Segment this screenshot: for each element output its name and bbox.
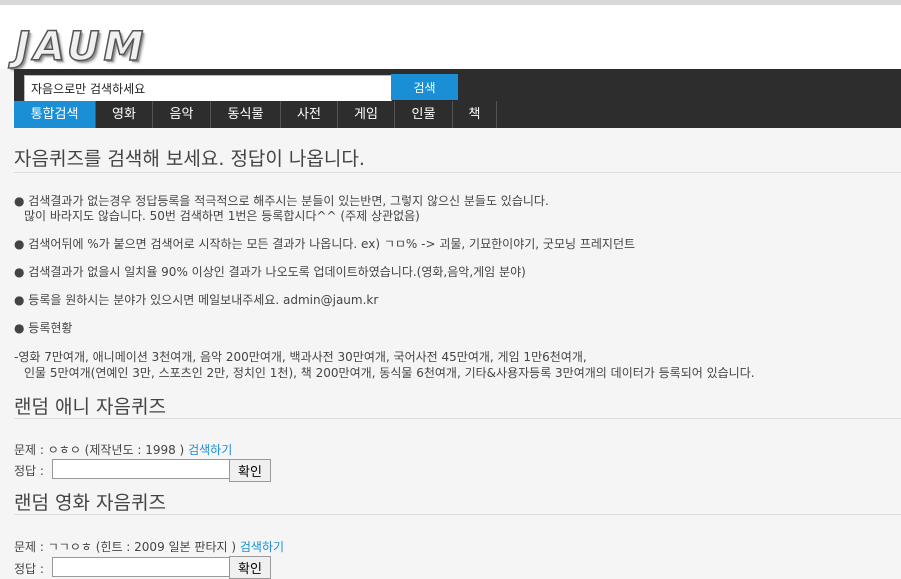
movie-confirm-button[interactable]: 확인	[229, 556, 271, 579]
movie-answer-label: 정답 :	[14, 562, 44, 576]
anime-search-link[interactable]: 검색하기	[188, 443, 232, 457]
tab-all-search[interactable]: 통합검색	[14, 101, 96, 128]
anime-quiz-question: 문제 : ㅇㅎㅇ (제작년도 : 1998 ) 검색하기	[14, 442, 232, 458]
anime-answer-label: 정답 :	[14, 464, 44, 478]
search-input[interactable]	[24, 75, 392, 102]
anime-quiz-title: 랜덤 애니 자음퀴즈	[14, 392, 901, 419]
notice-line: ● 등록을 원하시는 분야가 있으시면 메일보내주세요. admin@jaum.…	[14, 293, 379, 307]
tab-movie[interactable]: 영화	[96, 101, 153, 128]
movie-search-link[interactable]: 검색하기	[240, 540, 284, 554]
anime-confirm-button[interactable]: 확인	[229, 459, 271, 482]
anime-question-text: 문제 : ㅇㅎㅇ (제작년도 : 1998 )	[14, 443, 185, 457]
notice-line: ● 등록현황	[14, 321, 73, 335]
notice-line: 많이 바라지도 않습니다. 50번 검색하면 1번은 등록합시다^^ (주제 상…	[24, 209, 420, 223]
stats-line: 인물 5만여개(연예인 3만, 스포츠인 2만, 정치인 1천), 책 200만…	[24, 366, 755, 380]
notice-line: ● 검색어뒤에 %가 붙으면 검색어로 시작하는 모든 결과가 나옵니다. ex…	[14, 237, 636, 251]
tab-book[interactable]: 책	[453, 101, 497, 128]
tab-music[interactable]: 음악	[153, 101, 211, 128]
anime-answer-input[interactable]	[52, 459, 230, 479]
category-nav: 통합검색 영화 음악 동식물 사전 게임 인물 책	[14, 101, 901, 128]
movie-answer-input[interactable]	[52, 557, 230, 577]
movie-quiz-title: 랜덤 영화 자음퀴즈	[14, 488, 901, 515]
tab-people[interactable]: 인물	[395, 101, 453, 128]
search-button[interactable]: 검색	[391, 74, 458, 100]
movie-question-text: 문제 : ㄱㄱㅇㅎ (힌트 : 2009 일본 판타지 )	[14, 540, 237, 554]
jaum-logo[interactable]: JAUM	[14, 26, 147, 68]
notice-line: ● 검색결과가 없는경우 정답등록을 적극적으로 해주시는 분들이 있는반면, …	[14, 194, 549, 208]
tab-animals-plants[interactable]: 동식물	[211, 101, 281, 128]
movie-quiz-question: 문제 : ㄱㄱㅇㅎ (힌트 : 2009 일본 판타지 ) 검색하기	[14, 539, 284, 555]
stats-line: -영화 7만여개, 애니메이션 3천여개, 음악 200만여개, 백과사전 30…	[14, 350, 587, 364]
header: JAUM	[0, 5, 901, 69]
tab-game[interactable]: 게임	[338, 101, 395, 128]
intro-title: 자음퀴즈를 검색해 보세요. 정답이 나옵니다.	[14, 144, 901, 173]
tab-dictionary[interactable]: 사전	[281, 101, 338, 128]
notice-line: ● 검색결과가 없을시 일치율 90% 이상인 결과가 나오도록 업데이트하였습…	[14, 265, 526, 279]
search-bar: 검색	[14, 69, 901, 102]
